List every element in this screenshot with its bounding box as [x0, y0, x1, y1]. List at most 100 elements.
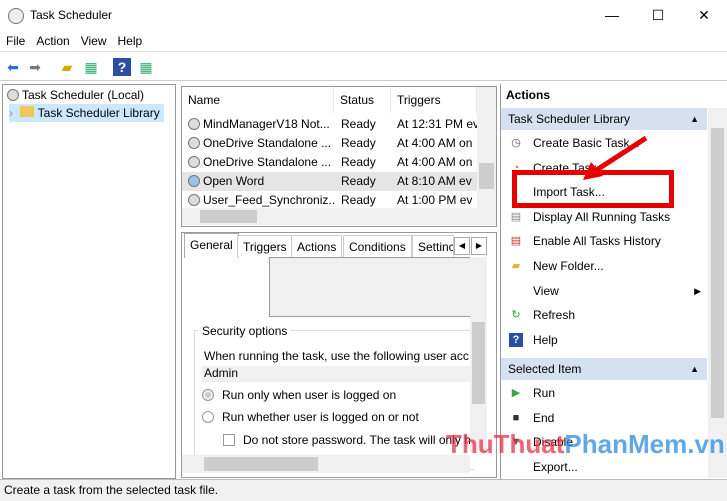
horizontal-scrollbar[interactable]: [182, 208, 496, 225]
checkbox[interactable]: [223, 434, 235, 446]
action-label: Display All Running Tasks: [533, 209, 671, 224]
menu-action[interactable]: Action: [30, 30, 74, 48]
task-trigger: At 8:10 AM ev: [397, 174, 472, 188]
radio-label: Run whether user is logged on or not: [222, 410, 419, 424]
checkbox-no-store-password[interactable]: Do not store password. The task will onl…: [223, 433, 471, 447]
menu-view[interactable]: View: [75, 30, 112, 48]
action-end[interactable]: ■ End: [501, 406, 707, 430]
help-icon: ?: [509, 332, 523, 347]
task-clock-icon: [188, 194, 200, 206]
maximize-button[interactable]: ☐: [635, 0, 681, 30]
task-name: MindManagerV18 Not...: [203, 117, 330, 131]
action-refresh[interactable]: ↻ Refresh: [501, 303, 707, 327]
user-prompt: When running the task, use the following…: [204, 349, 469, 363]
action-label: Refresh: [533, 308, 576, 323]
details-vertical-scrollbar[interactable]: [470, 257, 487, 453]
toolbar: ⬅ ➡ ▰ ▦ ? ▦: [0, 53, 727, 81]
window-title: Task Scheduler: [30, 8, 113, 22]
tab-conditions[interactable]: Conditions: [343, 235, 412, 257]
section-label: Task Scheduler Library: [508, 112, 631, 126]
task-row[interactable]: OneDrive Standalone ... Ready At 4:00 AM o…: [182, 134, 477, 153]
task-row[interactable]: Open Word Ready At 8:10 AM ev: [182, 172, 477, 191]
task-trigger: At 12:31 PM ev: [397, 117, 477, 131]
action-view[interactable]: View ▶: [501, 279, 707, 303]
tab-triggers[interactable]: Triggers: [237, 235, 293, 257]
new-folder-icon: ▰: [511, 260, 521, 272]
end-icon: ■: [512, 411, 520, 424]
task-clock-icon: [188, 137, 200, 149]
run-icon: ▶: [511, 387, 521, 399]
radio-run-whether[interactable]: Run whether user is logged on or not: [202, 410, 419, 424]
tab-actions[interactable]: Actions: [291, 235, 343, 257]
task-list: Name Status Triggers MindManagerV18 Not.…: [181, 86, 497, 227]
task-clock-icon: [188, 175, 200, 187]
task-row[interactable]: MindManagerV18 Not... Ready At 12:31 PM ev: [182, 115, 477, 134]
collapse-icon[interactable]: ▲: [690, 358, 699, 380]
radio-selected[interactable]: [202, 389, 214, 401]
forward-icon[interactable]: ➡: [26, 58, 44, 76]
task-clock-icon: [188, 156, 200, 168]
task-row[interactable]: OneDrive Standalone ... Ready At 4:00 AM o…: [182, 153, 477, 172]
task-trigger: At 4:00 AM on: [397, 136, 473, 150]
security-title: Security options: [199, 324, 291, 338]
column-name[interactable]: Name: [182, 87, 334, 113]
task-name: User_Feed_Synchroniz...: [203, 193, 334, 207]
menu-help[interactable]: Help: [112, 30, 148, 48]
column-triggers[interactable]: Triggers: [391, 87, 477, 113]
action-label: View: [533, 283, 559, 298]
radio-label: Run only when user is logged on: [222, 388, 397, 402]
action-help[interactable]: ? Help: [501, 328, 707, 352]
create-basic-task-icon: ◷: [511, 137, 521, 149]
action-new-folder[interactable]: ▰ New Folder...: [501, 254, 707, 278]
actions-title: Actions: [506, 88, 551, 102]
vertical-scrollbar[interactable]: [477, 87, 496, 208]
help-icon[interactable]: ?: [113, 58, 131, 76]
collapse-icon[interactable]: ▲: [690, 108, 699, 130]
status-bar: Create a task from the selected task fil…: [0, 479, 727, 501]
tab-scroll-left[interactable]: ◀: [454, 237, 470, 255]
tab-scroll-right[interactable]: ▶: [471, 237, 487, 255]
watermark: ThuThuatPhanMem.vn: [446, 429, 725, 459]
action-display-all-running-tasks[interactable]: ▤ Display All Running Tasks: [501, 205, 707, 229]
section-label: Selected Item: [508, 362, 582, 376]
show-action-pane-icon[interactable]: ▦: [137, 58, 155, 76]
action-label: Run: [533, 386, 556, 400]
task-name: Open Word: [203, 174, 265, 188]
tab-general[interactable]: General: [184, 233, 239, 258]
minimize-button[interactable]: —: [589, 0, 635, 30]
menu-file[interactable]: File: [0, 30, 30, 48]
details-horizontal-scrollbar[interactable]: [182, 455, 470, 473]
action-enable-all-tasks-history[interactable]: ▤ Enable All Tasks History: [501, 229, 707, 253]
task-status: Ready: [341, 155, 376, 169]
red-arrow-icon: [583, 135, 648, 180]
tree-item-library[interactable]: › Task Scheduler Library: [9, 104, 164, 122]
radio-run-logged-on[interactable]: Run only when user is logged on: [202, 388, 396, 402]
radio-unselected[interactable]: [202, 411, 214, 423]
task-name: OneDrive Standalone ...: [203, 155, 332, 169]
action-label: New Folder...: [533, 259, 604, 273]
clock-icon: [7, 89, 19, 101]
navigation-tree: Task Scheduler (Local) › Task Scheduler …: [2, 84, 176, 479]
task-name: OneDrive Standalone ...: [203, 136, 332, 150]
actions-scrollbar[interactable]: [708, 108, 727, 478]
task-status: Ready: [341, 136, 376, 150]
tab-settings[interactable]: Settinc: [412, 235, 454, 257]
tree-library-label: Task Scheduler Library: [37, 106, 160, 120]
action-run[interactable]: ▶ Run: [501, 381, 707, 405]
title-bar: Task Scheduler — ☐ ✕: [0, 0, 727, 30]
description-box[interactable]: [269, 257, 471, 317]
tree-root[interactable]: Task Scheduler (Local): [7, 86, 144, 104]
tree-root-label: Task Scheduler (Local): [22, 88, 145, 102]
folder-up-icon[interactable]: ▰: [58, 58, 76, 76]
refresh-icon: ↻: [511, 309, 521, 322]
action-label: Help: [533, 332, 558, 347]
task-status: Ready: [341, 174, 376, 188]
close-button[interactable]: ✕: [681, 0, 727, 30]
app-icon: [8, 8, 24, 24]
back-icon[interactable]: ⬅: [4, 58, 22, 76]
checkbox-label: Do not store password. The task will onl…: [243, 433, 471, 447]
section-selected-item[interactable]: Selected Item ▲: [501, 358, 707, 380]
section-task-scheduler-library[interactable]: Task Scheduler Library ▲: [501, 108, 707, 130]
column-status[interactable]: Status: [334, 87, 391, 113]
show-hide-tree-icon[interactable]: ▦: [82, 58, 100, 76]
